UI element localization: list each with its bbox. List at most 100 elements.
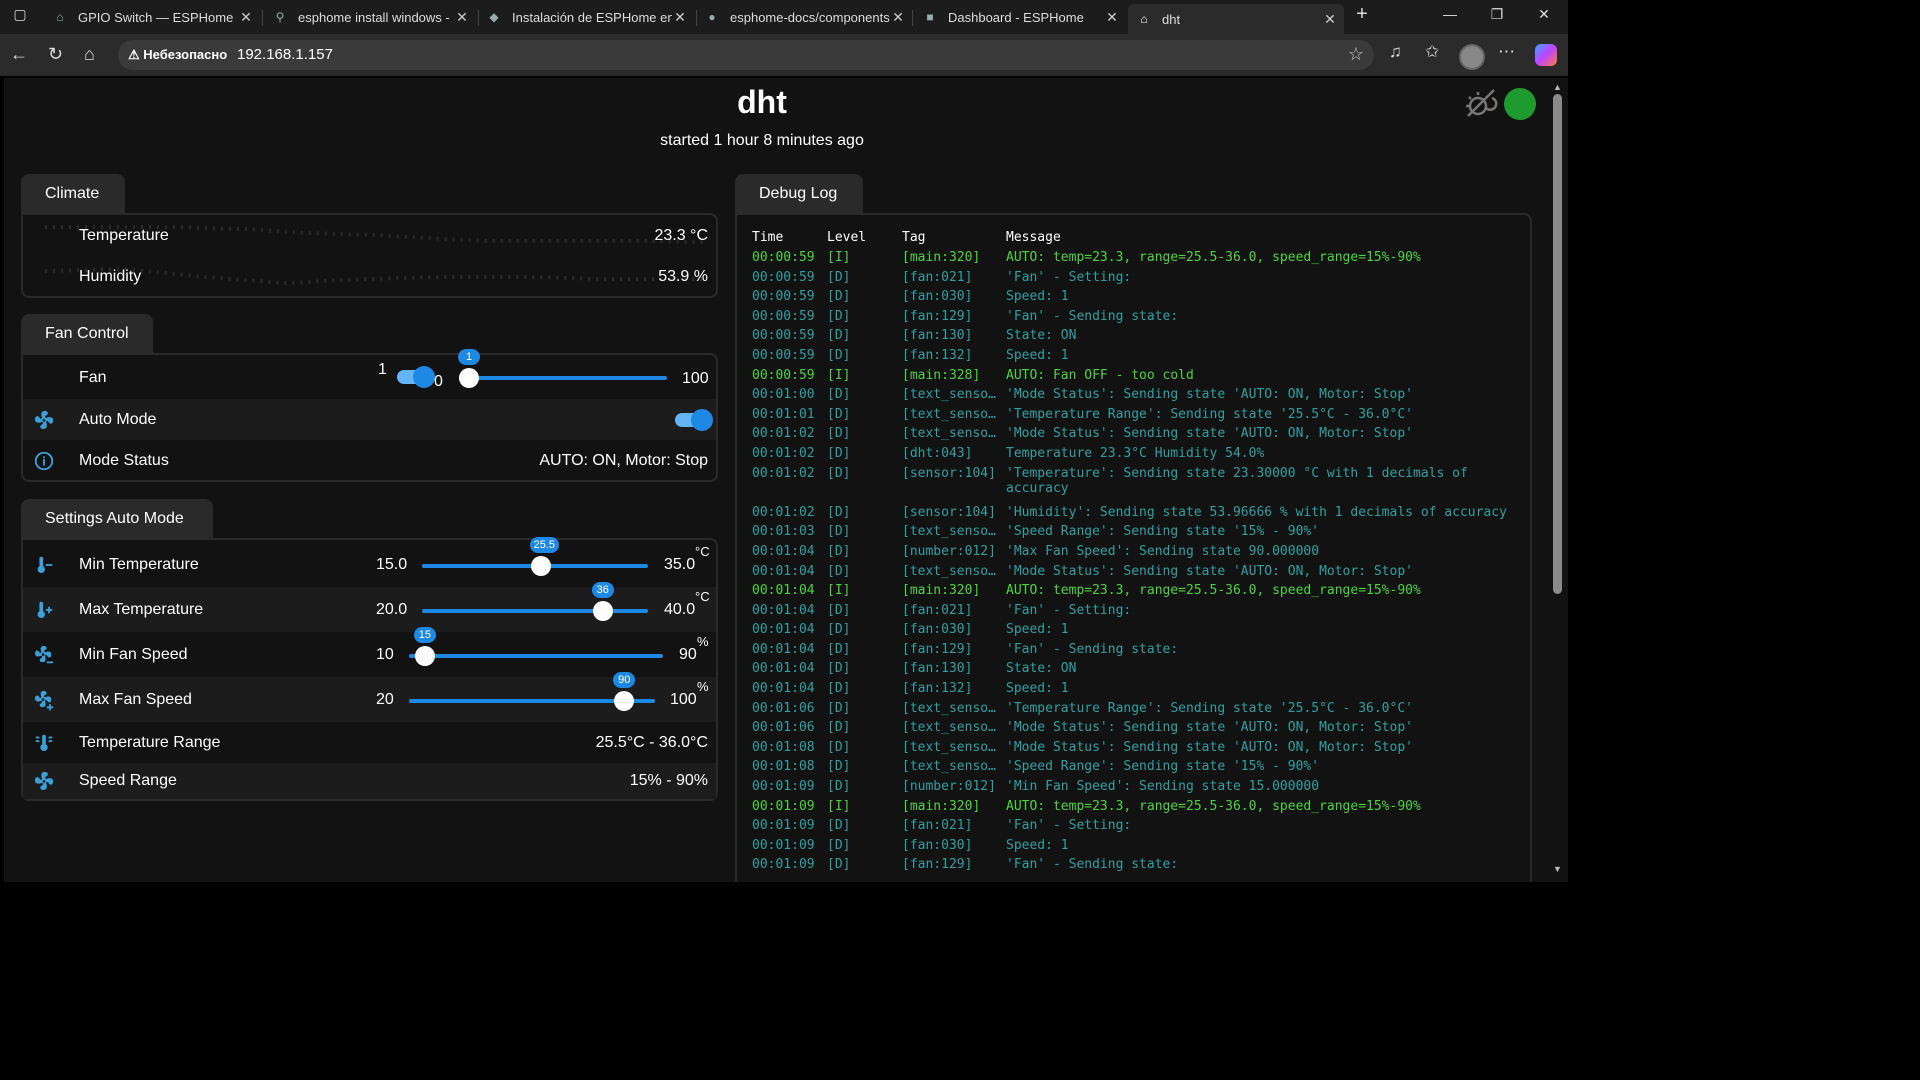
tab-actions-icon[interactable]: ▢ [0,6,40,23]
tab-instalacion[interactable]: ◆ Instalación de ESPHome en r ✕ [478,4,694,30]
favorites-icon[interactable]: ✩ [1425,42,1439,62]
log-time: 00:01:04 [752,602,815,618]
log-level: [I] [827,798,851,814]
min-fan-speed-track[interactable] [409,654,663,658]
tab-dashboard[interactable]: ■ Dashboard - ESPHome ✕ [914,4,1126,30]
profile-avatar[interactable] [1459,44,1485,70]
log-message: 'Temperature Range': Sending state '25.5… [1006,700,1413,716]
copilot-icon[interactable] [1535,44,1557,66]
log-level: [D] [827,308,851,324]
log-tag: [fan:129] [902,308,973,324]
humidity-row: Humidity 53.9 % [79,267,708,285]
log-time: 00:01:04 [752,563,815,579]
log-row: 00:00:59 [D] [fan:129] 'Fan' - Sending stat… [752,309,1516,329]
log-tag: [main:320] [902,583,981,599]
browser-tab-bar: ▢ ⌂ GPIO Switch — ESPHome ✕ ⚲ esphome in… [0,0,1568,34]
temperature-range-row: Temperature Range 25.5°C - 36.0°C [23,722,716,763]
fan-speed-handle[interactable] [459,368,479,388]
log-tag: [fan:030] [902,837,973,853]
new-tab-button[interactable]: + [1342,3,1382,26]
log-row: 00:01:02 [D] [text_senso… 'Mode Status': Se… [752,426,1516,446]
close-tab-icon[interactable]: ✕ [454,9,470,26]
tab-gpio-switch[interactable]: ⌂ GPIO Switch — ESPHome ✕ [44,4,260,30]
log-tag: [text_senso… [902,739,996,755]
thermometer-minus-icon [33,554,55,576]
log-time: 00:01:02 [752,426,815,442]
log-message: Speed: 1 [1006,622,1069,638]
log-tag: [number:012] [902,543,996,559]
log-tag: [text_senso… [902,387,996,403]
url-text[interactable]: 192.168.1.157 [237,46,333,63]
settings-card: Min Temperature 15.0 25.5 35.0 °C Max Te… [21,537,718,801]
theme-toggle-icon[interactable] [1462,86,1498,122]
log-level: [D] [827,289,851,305]
log-row: 00:01:09 [D] [fan:021] 'Fan' - Setting: [752,818,1516,838]
max-temperature-handle[interactable] [592,601,613,621]
log-message: Speed: 1 [1006,347,1069,363]
log-message: AUTO: Fan OFF - too cold [1006,367,1194,383]
min-temperature-handle[interactable] [530,556,551,576]
log-time: 00:01:02 [752,465,815,481]
min-fan-speed-handle[interactable] [414,646,435,666]
log-tag: [sensor:104] [902,504,996,520]
debug-log-table: Time Level Tag Message 00:00:59 [I] [main:… [752,230,1516,882]
log-tag: [text_senso… [902,406,996,422]
min-temperature-row: Min Temperature 15.0 25.5 35.0 °C [23,537,716,587]
max-fan-speed-handle[interactable] [614,691,635,711]
max-temperature-track[interactable] [422,609,648,613]
fan-speed-track[interactable] [469,376,667,380]
scroll-up-icon[interactable]: ▲ [1553,82,1562,92]
address-bar[interactable]: ⚠ Небезопасно 192.168.1.157 ☆ [118,40,1374,70]
back-icon[interactable]: ← [10,44,28,65]
log-tag: [fan:132] [902,681,973,697]
log-tag: [text_senso… [902,563,996,579]
reload-icon[interactable]: ↻ [48,44,63,65]
max-temperature-bubble: 36 [591,582,614,598]
log-level: [D] [827,269,851,285]
close-tab-icon[interactable]: ✕ [672,9,688,26]
close-tab-icon[interactable]: ✕ [238,9,254,26]
log-tag: [fan:129] [902,641,973,657]
home-icon[interactable]: ⌂ [84,44,95,65]
log-time: 00:00:59 [752,347,815,363]
log-tag: [main:328] [902,367,981,383]
log-message: 'Speed Range': Sending state '15% - 90%' [1006,759,1320,775]
log-time: 00:01:00 [752,387,815,403]
close-tab-icon[interactable]: ✕ [890,9,906,26]
log-message: 'Fan' - Sending state: [1006,641,1179,657]
page-scrollbar[interactable]: ▲ ▼ [1550,78,1568,882]
log-message: State: ON [1006,661,1077,677]
restore-button[interactable]: ❐ [1477,6,1517,23]
log-message: 'Fan' - Setting: [1006,818,1132,834]
tab-esphome-docs[interactable]: ● esphome-docs/components ✕ [696,4,912,30]
log-tag: [fan:130] [902,328,973,344]
github-icon: ● [708,10,716,24]
favorite-star-icon[interactable]: ☆ [1348,44,1364,65]
log-time: 00:01:08 [752,759,815,775]
auto-mode-switch[interactable] [675,409,713,431]
tab-dht[interactable]: ⌂ dht ✕ [1128,4,1344,34]
log-row: 00:00:59 [D] [fan:030] Speed: 1 [752,289,1516,309]
log-tag: [fan:030] [902,622,973,638]
close-tab-icon[interactable]: ✕ [1322,11,1338,28]
close-window-button[interactable]: ✕ [1524,6,1564,23]
fan-control-card: Fan 1 0 1 100 Auto Mode Mode Status AUTO… [21,349,718,482]
log-level: [D] [827,524,851,540]
log-tag: [fan:130] [902,661,973,677]
scroll-down-icon[interactable]: ▼ [1553,864,1562,874]
minimize-button[interactable]: — [1430,6,1470,22]
log-tag: [fan:030] [902,289,973,305]
more-menu-icon[interactable]: ⋯ [1498,42,1515,62]
log-time: 00:01:04 [752,641,815,657]
log-level: [D] [827,641,851,657]
fan-power-switch[interactable] [397,366,435,388]
security-warning[interactable]: ⚠ Небезопасно [128,47,227,63]
read-aloud-icon[interactable]: ♫ [1389,42,1402,62]
log-time: 00:01:04 [752,681,815,697]
log-level: [D] [827,818,851,834]
log-row: 00:01:09 [D] [fan:030] Speed: 1 [752,838,1516,858]
tab-esphome-install[interactable]: ⚲ esphome install windows - I ✕ [264,4,476,30]
close-tab-icon[interactable]: ✕ [1104,9,1120,26]
scrollbar-thumb[interactable] [1553,94,1562,594]
log-level: [I] [827,367,851,383]
